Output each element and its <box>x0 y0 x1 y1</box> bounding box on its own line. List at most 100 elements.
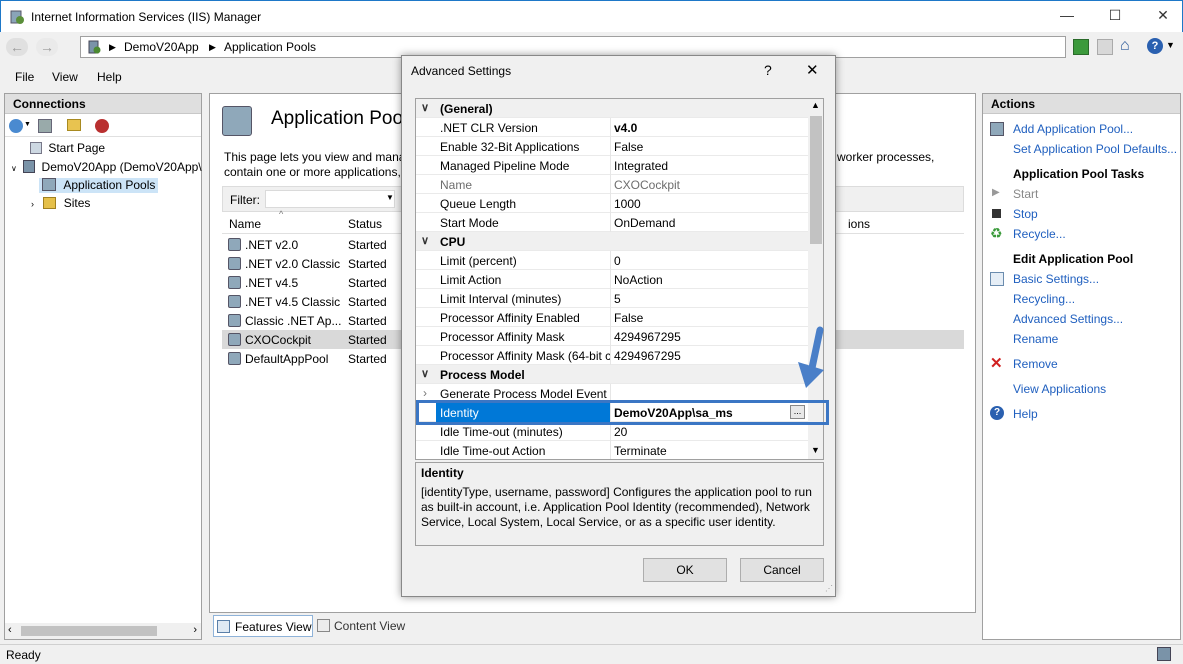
chevron-up-icon[interactable]: ▲ <box>811 100 820 110</box>
breadcrumb-server[interactable]: DemoV20App <box>124 40 199 54</box>
property-value: False <box>614 311 644 325</box>
filter-input[interactable] <box>265 190 395 208</box>
chevron-down-icon[interactable]: ▼ <box>24 121 31 128</box>
chevron-left-icon[interactable]: ‹ <box>8 624 12 636</box>
breadcrumb-arrow-icon: ▶ <box>109 42 116 52</box>
tree-item-application-pools[interactable]: Application Pools <box>39 178 159 193</box>
tab-content-view[interactable]: Content View <box>315 615 415 637</box>
property-name: Processor Affinity Mask (64-bit c <box>440 349 610 363</box>
chevron-down-icon[interactable]: ∨ <box>11 164 17 173</box>
description-title: Identity <box>421 466 464 480</box>
minimize-button[interactable]: — <box>1055 7 1079 23</box>
tree-item-sites[interactable]: › Sites <box>31 196 90 210</box>
chevron-down-icon[interactable]: ▼ <box>386 193 394 202</box>
column-header-applications[interactable]: ions <box>848 217 870 231</box>
advanced-settings-link[interactable]: Advanced Settings... <box>1013 312 1123 326</box>
dialog-help-button[interactable]: ? <box>764 62 772 78</box>
dialog-close-button[interactable]: ✕ <box>806 61 819 79</box>
forward-button[interactable]: → <box>36 38 58 56</box>
menu-view[interactable]: View <box>52 70 78 84</box>
property-row[interactable]: Enable 32-Bit Applications False <box>416 137 808 156</box>
stop-icon[interactable] <box>1097 39 1113 55</box>
cancel-button[interactable]: Cancel <box>740 558 824 582</box>
chevron-down-icon[interactable]: ∨ <box>421 234 429 247</box>
menu-file[interactable]: File <box>15 70 34 84</box>
add-application-pool-link[interactable]: Add Application Pool... <box>1013 122 1133 136</box>
content-view-icon <box>317 619 330 632</box>
status-bar: Ready <box>0 644 1183 664</box>
tree-item-start-page[interactable]: Start Page <box>30 141 105 155</box>
chevron-down-icon[interactable]: ▼ <box>1166 40 1175 50</box>
property-name: (General) <box>440 102 493 116</box>
property-value: 4294967295 <box>614 330 681 344</box>
identity-highlight-box <box>416 400 829 425</box>
property-category[interactable]: ∨ CPU <box>416 232 808 251</box>
scroll-thumb[interactable] <box>21 626 157 636</box>
property-row[interactable]: Processor Affinity Mask (64-bit c 4294967… <box>416 346 808 365</box>
property-row[interactable]: Processor Affinity Mask 4294967295 <box>416 327 808 346</box>
property-name: Limit Action <box>440 273 502 287</box>
property-row[interactable]: Queue Length 1000 <box>416 194 808 213</box>
property-row[interactable]: .NET CLR Version v4.0 <box>416 118 808 137</box>
horizontal-scrollbar[interactable]: ‹ › <box>5 623 201 639</box>
pool-status: Started <box>348 276 387 290</box>
property-value: 1000 <box>614 197 641 211</box>
recycling-link[interactable]: Recycling... <box>1013 292 1075 306</box>
rename-link[interactable]: Rename <box>1013 332 1058 346</box>
ok-button[interactable]: OK <box>643 558 727 582</box>
resize-grip-icon[interactable]: ⋰ <box>825 584 833 593</box>
remove-link[interactable]: Remove <box>1013 357 1058 371</box>
chevron-down-icon[interactable]: ∨ <box>421 367 429 380</box>
property-category[interactable]: ∨ Process Model <box>416 365 808 384</box>
help-link[interactable]: Help <box>1013 407 1038 421</box>
column-divider <box>610 194 611 213</box>
breadcrumb-arrow-icon: ▶ <box>209 42 216 52</box>
property-row[interactable]: Limit Interval (minutes) 5 <box>416 289 808 308</box>
up-folder-icon[interactable] <box>67 119 81 131</box>
disconnect-icon[interactable] <box>95 119 109 133</box>
connections-toolbar: ▼ <box>5 115 201 137</box>
maximize-button[interactable]: ☐ <box>1103 7 1127 24</box>
chevron-right-icon[interactable]: › <box>193 624 197 636</box>
breadcrumb-app-pools[interactable]: Application Pools <box>224 40 316 54</box>
property-category[interactable]: ∨ (General) <box>416 99 808 118</box>
stop-link[interactable]: Stop <box>1013 207 1038 221</box>
tree-item-server[interactable]: ∨ DemoV20App (DemoV20App\ <box>11 160 202 174</box>
property-row[interactable]: Processor Affinity Enabled False <box>416 308 808 327</box>
start-link[interactable]: Start <box>1013 187 1038 201</box>
property-row[interactable]: Limit Action NoAction <box>416 270 808 289</box>
pool-name: CXOCockpit <box>245 333 312 347</box>
home-icon[interactable]: ⌂ <box>1120 37 1130 55</box>
connect-icon[interactable] <box>9 119 23 133</box>
property-value: 4294967295 <box>614 349 681 363</box>
basic-settings-link[interactable]: Basic Settings... <box>1013 272 1099 286</box>
save-icon[interactable] <box>38 119 52 133</box>
actions-panel: Actions Add Application Pool... Set Appl… <box>982 93 1181 640</box>
column-header-status[interactable]: Status <box>348 217 382 231</box>
menu-help[interactable]: Help <box>97 70 122 84</box>
help-icon[interactable]: ? <box>1147 38 1163 54</box>
chevron-right-icon[interactable]: › <box>423 386 427 400</box>
pointer-arrow-icon <box>798 326 824 388</box>
close-window-button[interactable]: ✕ <box>1151 7 1175 24</box>
property-name: Limit Interval (minutes) <box>440 292 562 306</box>
column-header-name[interactable]: Name <box>229 217 261 231</box>
add-app-pool-icon <box>990 122 1004 136</box>
scroll-thumb[interactable] <box>810 116 822 244</box>
property-row[interactable]: Idle Time-out Action Terminate <box>416 441 808 459</box>
chevron-right-icon[interactable]: › <box>31 199 34 209</box>
property-row[interactable]: Managed Pipeline Mode Integrated <box>416 156 808 175</box>
recycle-icon: ♻ <box>990 225 1003 241</box>
tab-features-view[interactable]: Features View <box>213 615 313 637</box>
property-value: v4.0 <box>614 121 638 135</box>
recycle-link[interactable]: Recycle... <box>1013 227 1066 241</box>
back-button[interactable]: ← <box>6 38 28 56</box>
property-row[interactable]: Start Mode OnDemand <box>416 213 808 232</box>
refresh-icon[interactable] <box>1073 39 1089 55</box>
view-applications-link[interactable]: View Applications <box>1013 382 1106 396</box>
chevron-down-icon[interactable]: ▼ <box>811 445 820 455</box>
chevron-down-icon[interactable]: ∨ <box>421 101 429 114</box>
property-row[interactable]: Name CXOCockpit <box>416 175 808 194</box>
set-defaults-link[interactable]: Set Application Pool Defaults... <box>1013 142 1177 156</box>
property-row[interactable]: Limit (percent) 0 <box>416 251 808 270</box>
